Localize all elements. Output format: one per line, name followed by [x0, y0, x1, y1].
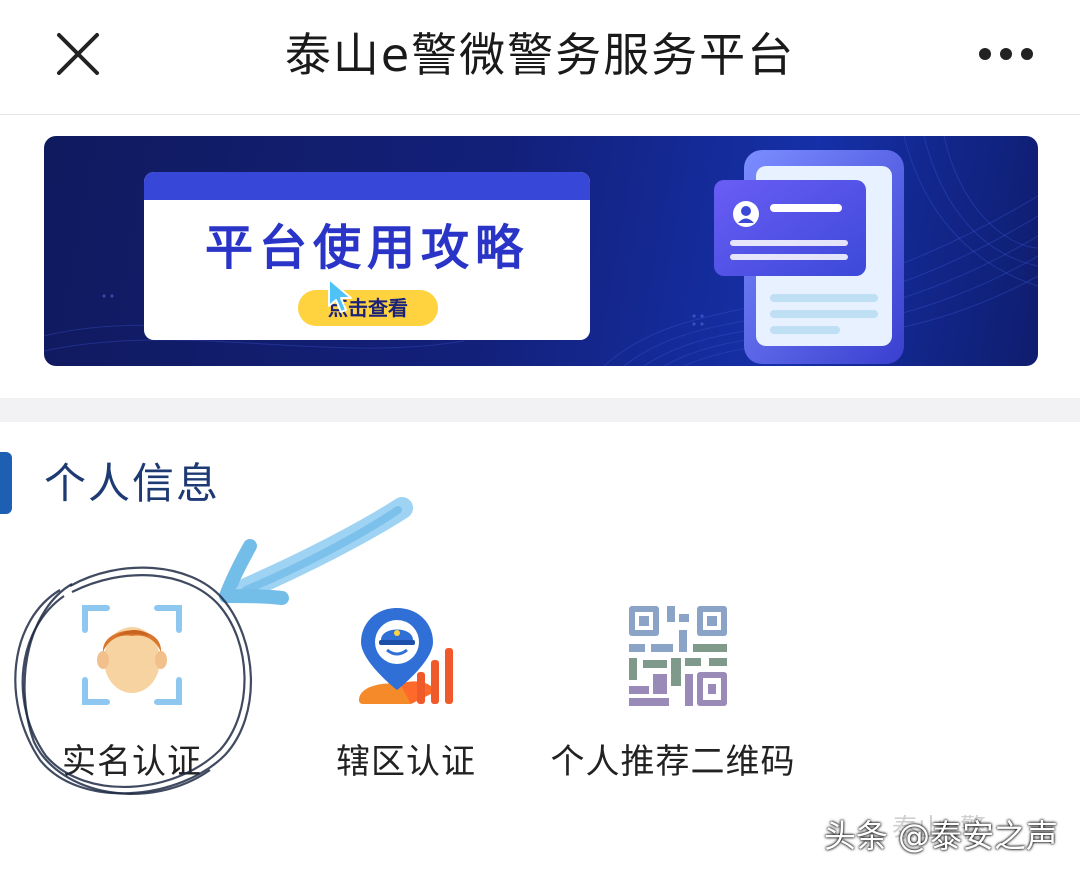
banner-card-topbar: [144, 172, 590, 200]
police-location-icon: [359, 608, 453, 704]
close-button[interactable]: [48, 24, 108, 84]
cursor-icon: [328, 278, 352, 313]
section-separator: [0, 398, 1080, 422]
grid-item-personal-qr-code[interactable]: 个人推荐二维码: [548, 600, 798, 840]
grid-item-label: 辖区认证: [336, 742, 476, 782]
grid-item-real-name-auth[interactable]: 实名认证: [2, 600, 252, 840]
more-dots-icon: [979, 48, 1033, 60]
grid-item-label: 实名认证: [62, 742, 202, 782]
grid-item-district-auth[interactable]: 辖区认证: [276, 600, 526, 840]
phone-illustration-icon: [714, 150, 904, 364]
view-details-button[interactable]: 点击查看: [298, 290, 438, 326]
source-watermark: 头条 @泰安之声: [823, 817, 1058, 855]
section-accent-bar: [0, 452, 12, 514]
more-options-button[interactable]: [966, 24, 1046, 84]
guide-banner[interactable]: 平台使用攻略 点击查看: [44, 136, 1038, 366]
banner-headline: 平台使用攻略: [204, 220, 529, 276]
banner-card: 平台使用攻略 点击查看: [144, 172, 590, 340]
page-title: 泰山e警微警务服务平台: [284, 28, 796, 82]
grid-item-label: 个人推荐二维码: [550, 742, 796, 782]
face-id-icon: [82, 605, 182, 705]
section-title: 个人信息: [44, 459, 221, 508]
top-nav-bar: 泰山e警微警务服务平台: [0, 0, 1080, 115]
qr-code-icon: [629, 606, 727, 706]
close-icon: [57, 33, 99, 75]
